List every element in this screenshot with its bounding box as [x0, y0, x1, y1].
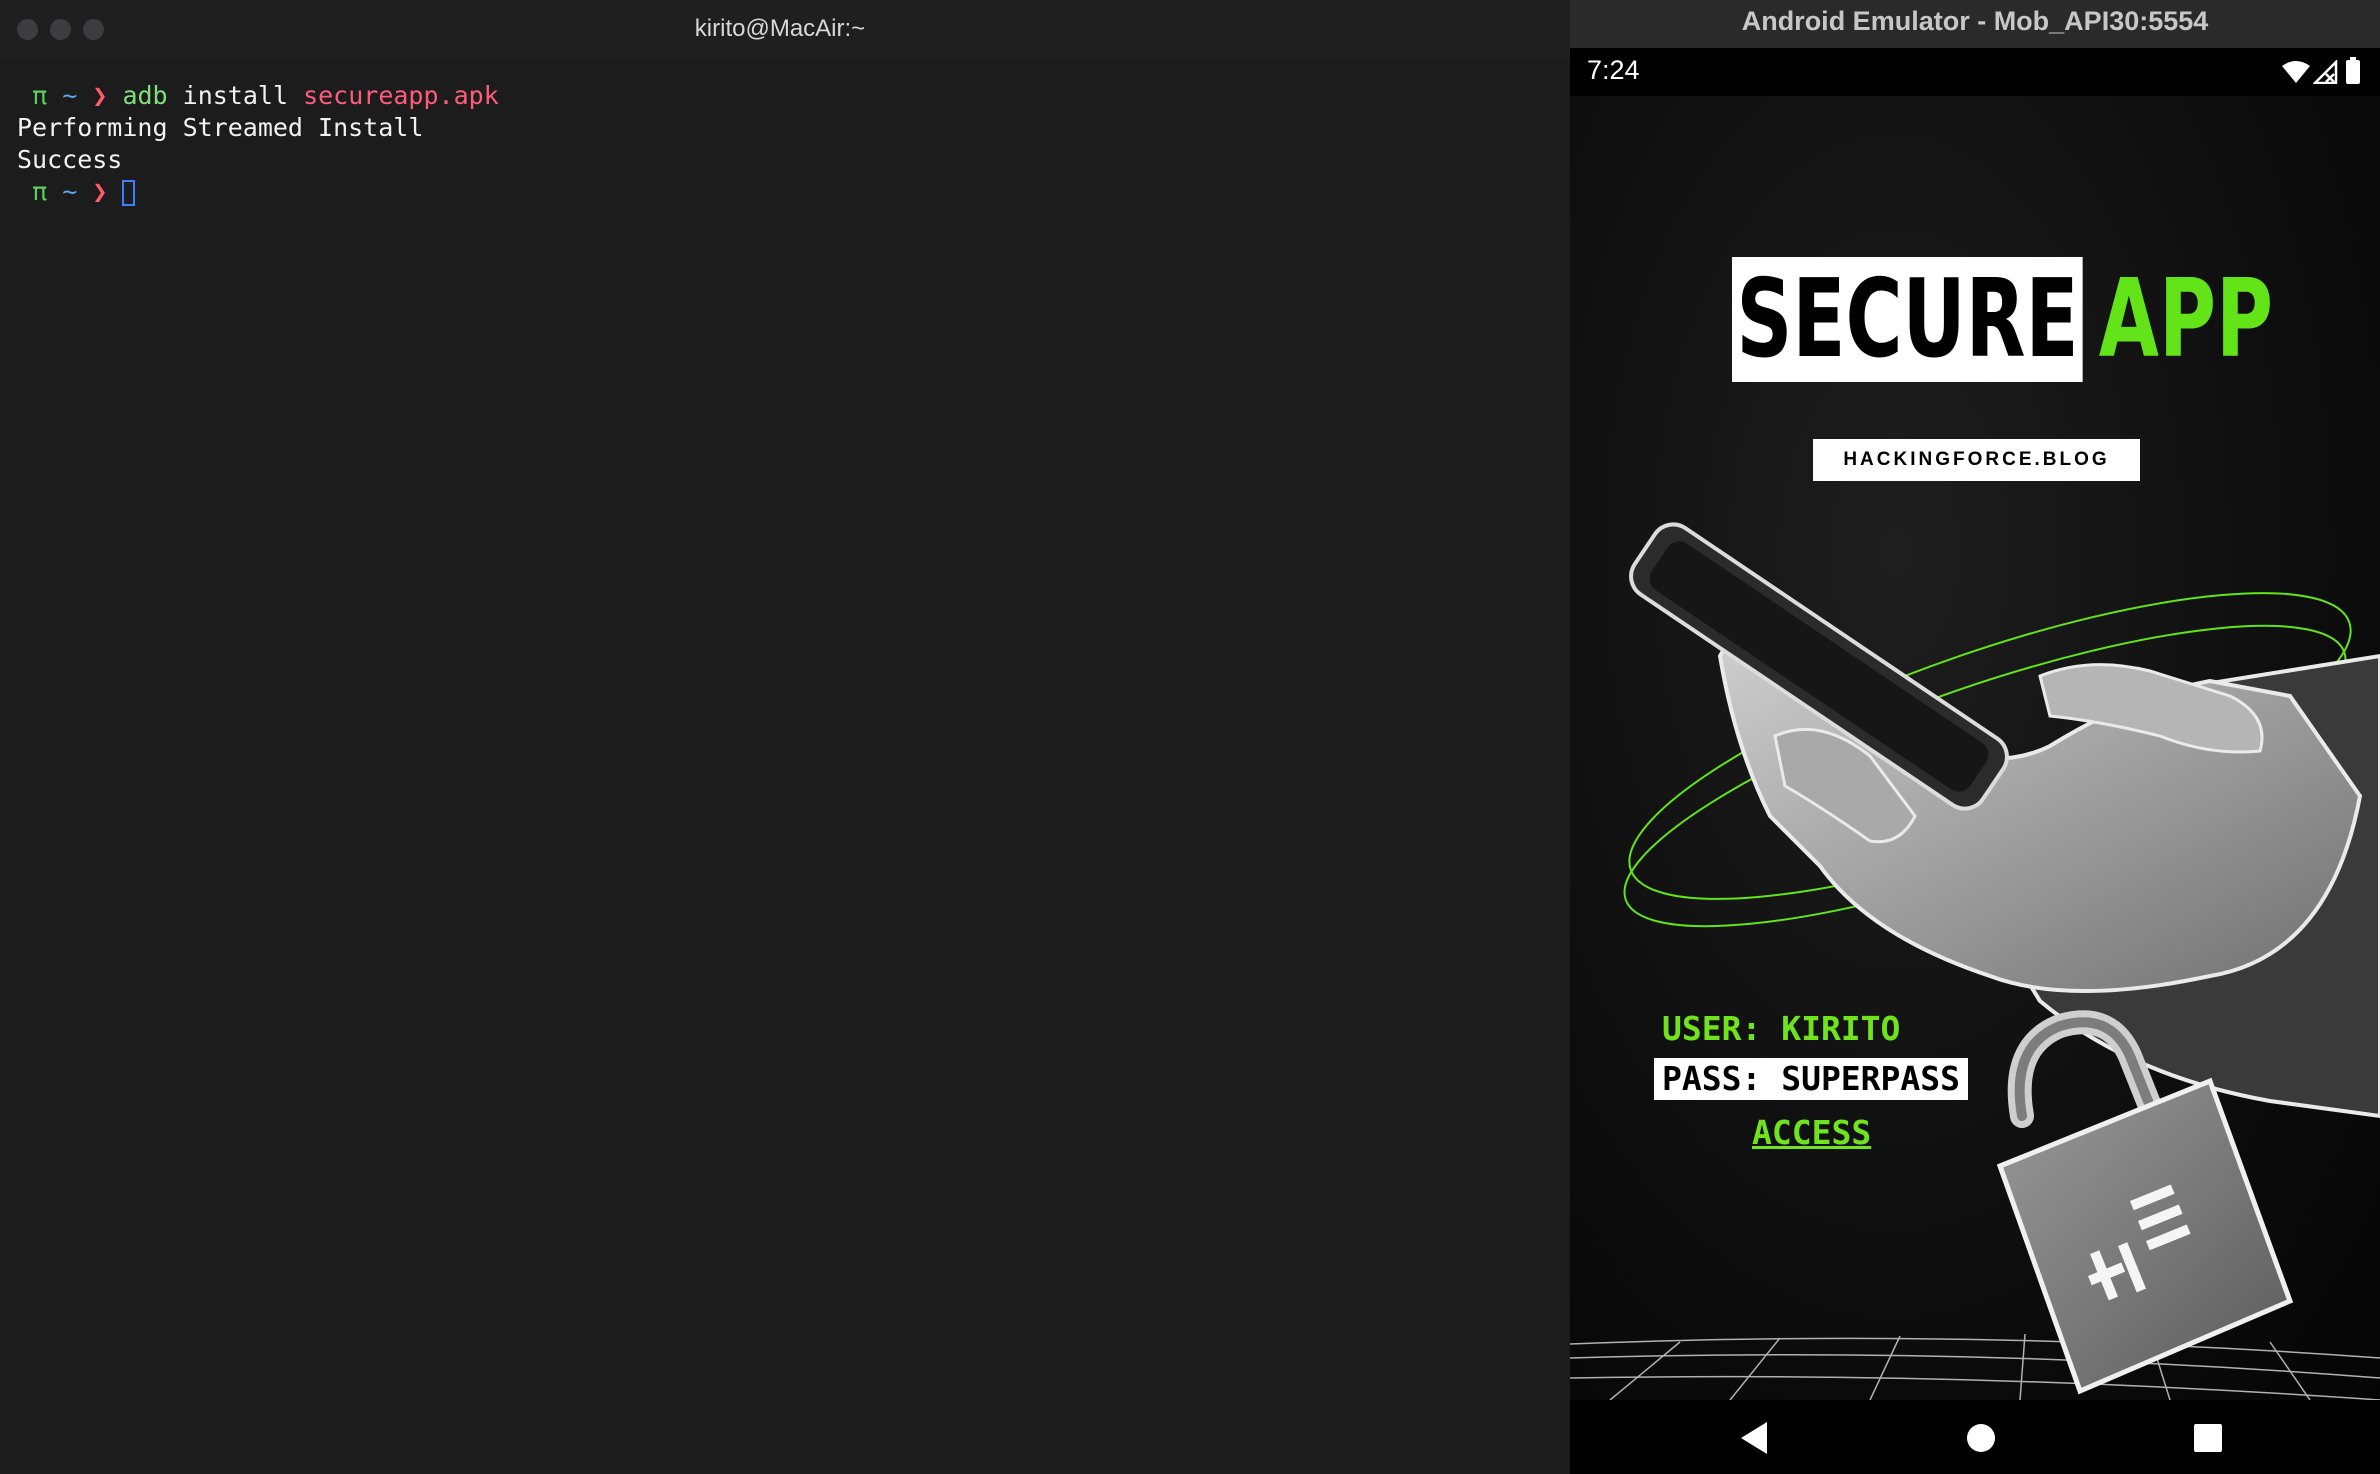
- prompt-tilde: ~: [62, 81, 78, 110]
- command-argument: secureapp.apk: [303, 81, 499, 110]
- text-cursor[interactable]: [122, 180, 136, 206]
- grid-floor: [1570, 1333, 2380, 1400]
- access-link[interactable]: ACCESS: [1752, 1113, 1871, 1152]
- command-subcommand: install: [182, 81, 289, 110]
- prompt-pi: π: [32, 81, 48, 110]
- home-icon[interactable]: [1959, 1416, 2003, 1460]
- app-title: SECURE APP: [1732, 257, 2273, 382]
- title-app: APP: [2098, 257, 2273, 382]
- recents-icon[interactable]: [2186, 1416, 2230, 1460]
- command-line: π ~ ❯ adb install secureapp.apk: [17, 80, 499, 112]
- emulator-titlebar[interactable]: Android Emulator - Mob_API30:5554: [1570, 0, 2380, 49]
- output-line: Success: [17, 145, 123, 174]
- emulator-window[interactable]: Android Emulator - Mob_API30:5554 7:24 S…: [1570, 0, 2380, 1474]
- status-clock: 7:24: [1587, 55, 1640, 85]
- user-credential: USER: KIRITO: [1662, 1009, 1901, 1048]
- prompt-line[interactable]: π ~ ❯: [17, 176, 499, 208]
- prompt-arrow: ❯: [92, 81, 108, 110]
- terminal-titlebar[interactable]: kirito@MacAir:~: [0, 0, 1570, 57]
- pass-credential: PASS: SUPERPASS: [1654, 1058, 1969, 1100]
- terminal-output[interactable]: π ~ ❯ adb install secureapp.apk Performi…: [17, 80, 499, 208]
- android-nav-bar: [1570, 1400, 2380, 1474]
- back-icon[interactable]: [1733, 1416, 1777, 1460]
- status-bar: 7:24: [1570, 48, 2380, 96]
- prompt-pi: π: [32, 177, 48, 206]
- prompt-arrow: ❯: [92, 177, 108, 206]
- emulator-title: Android Emulator - Mob_API30:5554: [1741, 6, 2209, 36]
- output-line: Performing Streamed Install: [17, 113, 424, 142]
- signal-icon: [2311, 58, 2339, 89]
- wifi-icon: [2281, 60, 2311, 89]
- prompt-tilde: ~: [62, 177, 78, 206]
- app-screen[interactable]: SECURE APP HACKINGFORCE.BLOG USER: KIRITO…: [1570, 96, 2380, 1400]
- title-secure: SECURE: [1732, 257, 2083, 382]
- battery-icon: [2345, 57, 2361, 90]
- terminal-title: kirito@MacAir:~: [694, 15, 866, 42]
- terminal-window[interactable]: kirito@MacAir:~ π ~ ❯ adb install secure…: [0, 0, 1570, 1474]
- command-program: adb: [122, 81, 168, 110]
- blog-badge: HACKINGFORCE.BLOG: [1813, 439, 2140, 481]
